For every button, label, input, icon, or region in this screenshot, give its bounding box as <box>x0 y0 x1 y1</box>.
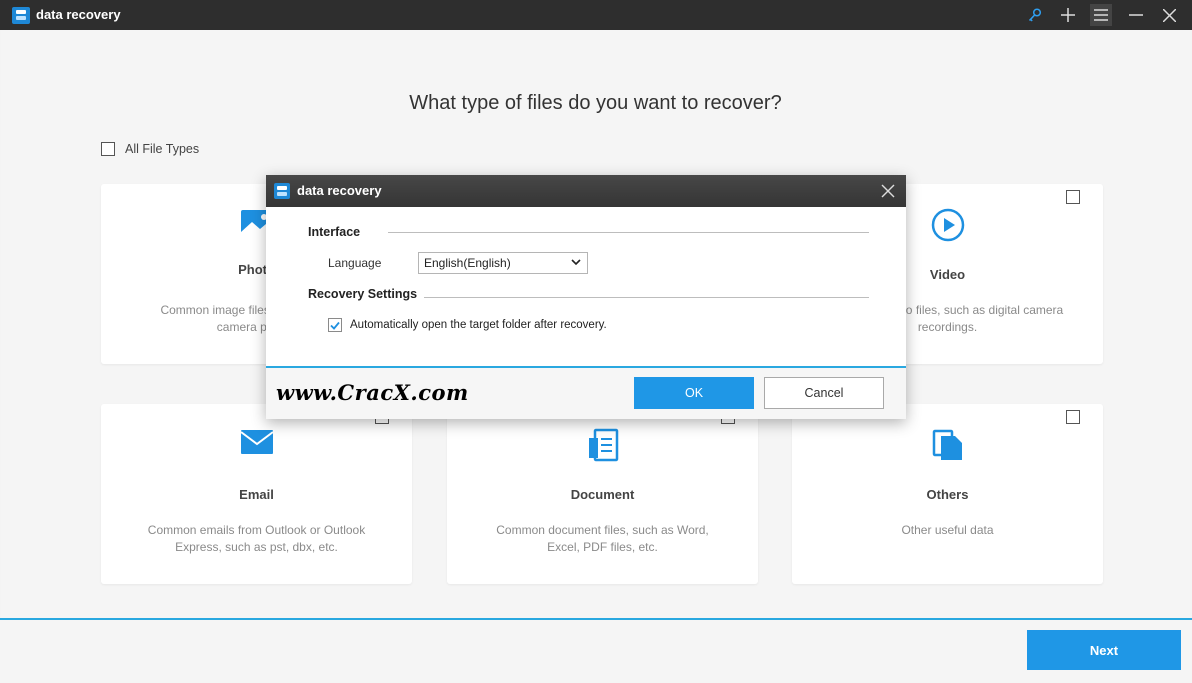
card-others[interactable]: Others Other useful data <box>792 404 1103 584</box>
card-email[interactable]: Email Common emails from Outlook or Outl… <box>101 404 412 584</box>
card-document[interactable]: Document Common document files, such as … <box>447 404 758 584</box>
cancel-button[interactable]: Cancel <box>764 377 884 409</box>
language-value: English(English) <box>424 256 511 270</box>
card-title-others: Others <box>926 487 969 502</box>
dialog-close-icon[interactable] <box>880 183 896 199</box>
dialog-title-bar: data recovery <box>266 175 906 207</box>
menu-icon[interactable] <box>1090 4 1112 26</box>
key-icon[interactable] <box>1024 4 1046 26</box>
interface-divider <box>388 232 869 233</box>
watermark-text: www.CracX.com <box>276 380 469 405</box>
all-file-types-checkbox[interactable] <box>101 142 115 156</box>
all-file-types-label: All File Types <box>125 142 200 156</box>
minimize-icon[interactable] <box>1125 4 1147 26</box>
language-select[interactable]: English(English) <box>418 252 588 274</box>
auto-open-label: Automatically open the target folder aft… <box>350 319 607 331</box>
envelope-icon <box>101 428 412 456</box>
card-title-email: Email <box>239 487 274 502</box>
app-logo-icon <box>12 7 30 24</box>
card-title-document: Document <box>570 487 635 502</box>
auto-open-checkbox[interactable] <box>328 318 342 332</box>
interface-section-label: Interface <box>308 225 361 239</box>
others-checkbox[interactable] <box>1066 410 1080 424</box>
recovery-settings-divider <box>424 297 869 298</box>
auto-open-option[interactable]: Automatically open the target folder aft… <box>328 318 607 332</box>
page-heading: What type of files do you want to recove… <box>409 92 782 114</box>
footer-bar <box>0 620 1192 683</box>
all-file-types-option[interactable]: All File Types <box>101 142 199 156</box>
title-bar: data recovery <box>0 0 1192 30</box>
card-desc-others: Other useful data <box>901 523 994 537</box>
document-icon <box>447 428 758 462</box>
chevron-down-icon <box>571 259 581 266</box>
plus-icon[interactable] <box>1057 4 1079 26</box>
ok-button[interactable]: OK <box>634 377 754 409</box>
dialog-title: data recovery <box>297 183 382 198</box>
checkmark-icon <box>330 321 340 330</box>
files-icon <box>792 428 1103 462</box>
next-button[interactable]: Next <box>1027 630 1181 670</box>
close-icon[interactable] <box>1158 4 1180 26</box>
app-title: data recovery <box>36 7 121 22</box>
settings-dialog: data recovery Interface Language English… <box>266 175 906 419</box>
dialog-logo-icon <box>274 183 290 199</box>
card-desc-email: Common emails from Outlook or Outlook Ex… <box>147 523 366 554</box>
recovery-settings-label: Recovery Settings <box>308 287 418 301</box>
card-desc-document: Common document files, such as Word, Exc… <box>496 523 709 554</box>
language-label: Language <box>328 256 382 270</box>
video-checkbox[interactable] <box>1066 190 1080 204</box>
